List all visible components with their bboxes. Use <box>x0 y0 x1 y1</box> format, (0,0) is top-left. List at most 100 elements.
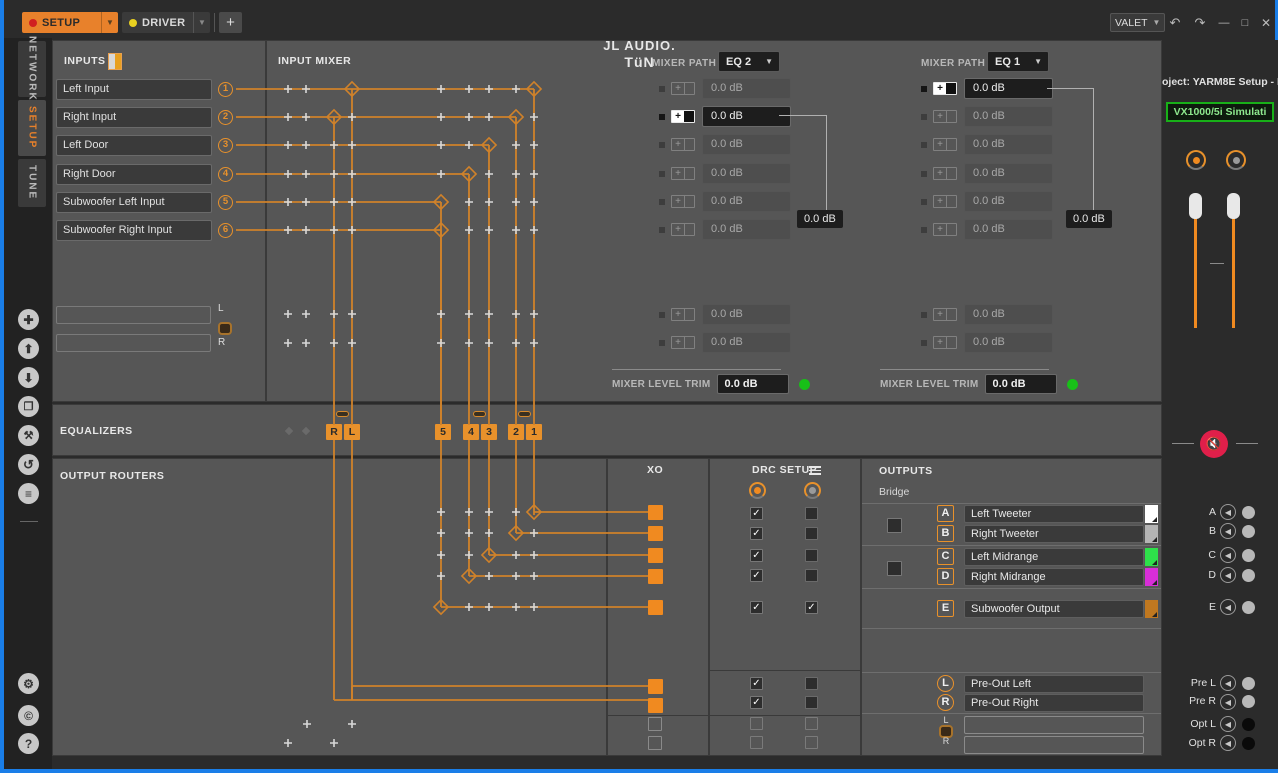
download-icon[interactable]: ⬇ <box>18 367 39 388</box>
channel-mute-e[interactable]: ◀ <box>1220 599 1236 615</box>
aux-link-icon[interactable] <box>218 322 232 335</box>
eq-link-icon-43[interactable] <box>473 411 486 417</box>
input-name-1[interactable]: Left Input <box>56 79 212 100</box>
mixer-gain-row-1-5[interactable]: + 0.0 dB <box>659 191 791 212</box>
mixer-gain-row-1-4[interactable]: + 0.0 dB <box>659 163 791 184</box>
close-button[interactable]: ✕ <box>1258 15 1274 31</box>
output-color-swatch-e[interactable] <box>1145 600 1158 618</box>
drc-check-1-e[interactable]: ✓ <box>750 601 763 614</box>
gain-polarity-toggle[interactable]: + <box>933 110 957 123</box>
input-name-6[interactable]: Subwoofer Right Input <box>56 220 212 241</box>
drc-check-1-opt-l[interactable] <box>750 717 763 730</box>
bridge-toggle-ab[interactable] <box>887 518 902 533</box>
mixer-gain-row-1-8[interactable]: + 0.0 dB <box>659 332 791 353</box>
gain-polarity-toggle[interactable]: + <box>671 82 695 95</box>
gain-value[interactable]: 0.0 dB <box>702 219 791 240</box>
mixer-trim-value-2[interactable]: 0.0 dB <box>984 374 1057 394</box>
gain-polarity-toggle[interactable]: + <box>671 110 695 123</box>
channel-mute-pre-r[interactable]: ◀ <box>1220 694 1236 710</box>
output-badge-c[interactable]: C <box>937 548 954 565</box>
gain-polarity-toggle[interactable]: + <box>671 138 695 151</box>
gain-polarity-toggle[interactable]: + <box>671 308 695 321</box>
output-name-d[interactable]: Right Midrange <box>964 568 1144 586</box>
mixer-gain-row-2-3[interactable]: + 0.0 dB <box>921 134 1053 155</box>
master-knob-right[interactable] <box>1226 150 1246 170</box>
mixer-gain-row-2-6[interactable]: + 0.0 dB <box>921 219 1053 240</box>
output-badge-d[interactable]: D <box>937 568 954 585</box>
input-name-3[interactable]: Left Door <box>56 135 212 156</box>
drc-check-2-preout-r[interactable] <box>805 696 818 709</box>
master-fader-track-left[interactable] <box>1194 200 1197 328</box>
xo-button-preout-l[interactable] <box>648 679 663 694</box>
xo-button-d[interactable] <box>648 569 663 584</box>
drc-check-2-d[interactable] <box>805 569 818 582</box>
preout-name-r[interactable]: Pre-Out Right <box>964 694 1144 712</box>
tab-setup[interactable]: SETUP ▼ <box>22 12 118 33</box>
channel-mute-opt-l[interactable]: ◀ <box>1220 716 1236 732</box>
xo-button-opt-l[interactable] <box>648 717 662 731</box>
gain-value[interactable]: 0.0 dB <box>964 332 1053 353</box>
eq-badge-5[interactable]: 5 <box>435 424 451 440</box>
aux-input-right[interactable] <box>56 334 211 352</box>
output-name-a[interactable]: Left Tweeter <box>964 505 1144 523</box>
mute-speaker-icon[interactable]: 🔇 <box>1200 430 1228 458</box>
mixer-gain-row-1-2[interactable]: + 0.0 dB <box>659 106 791 127</box>
channel-mute-d[interactable]: ◀ <box>1220 567 1236 583</box>
output-color-swatch-c[interactable] <box>1145 548 1158 566</box>
drc-check-2-preout-l[interactable] <box>805 677 818 690</box>
output-name-c[interactable]: Left Midrange <box>964 548 1144 566</box>
gain-polarity-toggle[interactable]: + <box>933 336 957 349</box>
drc-check-1-preout-r[interactable]: ✓ <box>750 696 763 709</box>
eq-badge-r[interactable]: R <box>326 424 342 440</box>
gain-polarity-toggle[interactable]: + <box>671 195 695 208</box>
master-fader-knob-right[interactable] <box>1227 193 1240 219</box>
xo-button-c[interactable] <box>648 548 663 563</box>
gain-value[interactable]: 0.0 dB <box>964 304 1053 325</box>
history-icon[interactable]: ↺ <box>18 454 39 475</box>
drc-check-1-preout-l[interactable]: ✓ <box>750 677 763 690</box>
mixer-gain-row-1-3[interactable]: + 0.0 dB <box>659 134 791 155</box>
drc-check-1-c[interactable]: ✓ <box>750 549 763 562</box>
input-name-4[interactable]: Right Door <box>56 164 212 185</box>
help-icon[interactable]: ? <box>18 733 39 754</box>
drc-knob-1[interactable] <box>749 482 766 499</box>
output-badge-a[interactable]: A <box>937 505 954 522</box>
optical-name-r[interactable] <box>964 736 1144 754</box>
gain-value[interactable]: 0.0 dB <box>702 191 791 212</box>
gain-polarity-toggle[interactable]: + <box>933 308 957 321</box>
redo-button[interactable]: ↷ <box>1192 15 1208 31</box>
sidebar-tab-setup[interactable]: SETUP <box>18 100 46 156</box>
drc-check-1-d[interactable]: ✓ <box>750 569 763 582</box>
copy-icon[interactable]: ❐ <box>18 396 39 417</box>
gain-polarity-toggle[interactable]: + <box>933 195 957 208</box>
eq-badge-4[interactable]: 4 <box>463 424 479 440</box>
xo-button-preout-r[interactable] <box>648 698 663 713</box>
input-name-2[interactable]: Right Input <box>56 107 212 128</box>
sidebar-tab-tune[interactable]: TUNE <box>18 159 46 207</box>
maximize-button[interactable]: □ <box>1237 15 1253 31</box>
upload-icon[interactable]: ⬆ <box>18 338 39 359</box>
mixer-gain-row-1-1[interactable]: + 0.0 dB <box>659 78 791 99</box>
tab-driver[interactable]: DRIVER ▼ <box>122 12 210 33</box>
preout-name-l[interactable]: Pre-Out Left <box>964 675 1144 693</box>
gain-value[interactable]: 0.0 dB <box>964 134 1053 155</box>
undo-button[interactable]: ↶ <box>1167 15 1183 31</box>
channel-mute-opt-r[interactable]: ◀ <box>1220 735 1236 751</box>
copyright-icon[interactable]: © <box>18 705 39 726</box>
gain-polarity-toggle[interactable]: + <box>933 82 957 95</box>
gain-value[interactable]: 0.0 dB <box>964 78 1053 99</box>
gain-value[interactable]: 0.0 dB <box>702 332 791 353</box>
master-fader-track-right[interactable] <box>1232 200 1235 328</box>
gain-value[interactable]: 0.0 dB <box>702 163 791 184</box>
drc-check-1-b[interactable]: ✓ <box>750 527 763 540</box>
gain-value[interactable]: 0.0 dB <box>964 163 1053 184</box>
mixer-gain-row-2-5[interactable]: + 0.0 dB <box>921 191 1053 212</box>
drc-check-2-e[interactable]: ✓ <box>805 601 818 614</box>
drc-check-2-opt-r[interactable] <box>805 736 818 749</box>
output-name-b[interactable]: Right Tweeter <box>964 525 1144 543</box>
drc-knob-2[interactable] <box>804 482 821 499</box>
gain-value[interactable]: 0.0 dB <box>702 106 791 127</box>
aux-input-left[interactable] <box>56 306 211 324</box>
drc-check-1-opt-r[interactable] <box>750 736 763 749</box>
mixer-gain-row-2-1[interactable]: + 0.0 dB <box>921 78 1053 99</box>
